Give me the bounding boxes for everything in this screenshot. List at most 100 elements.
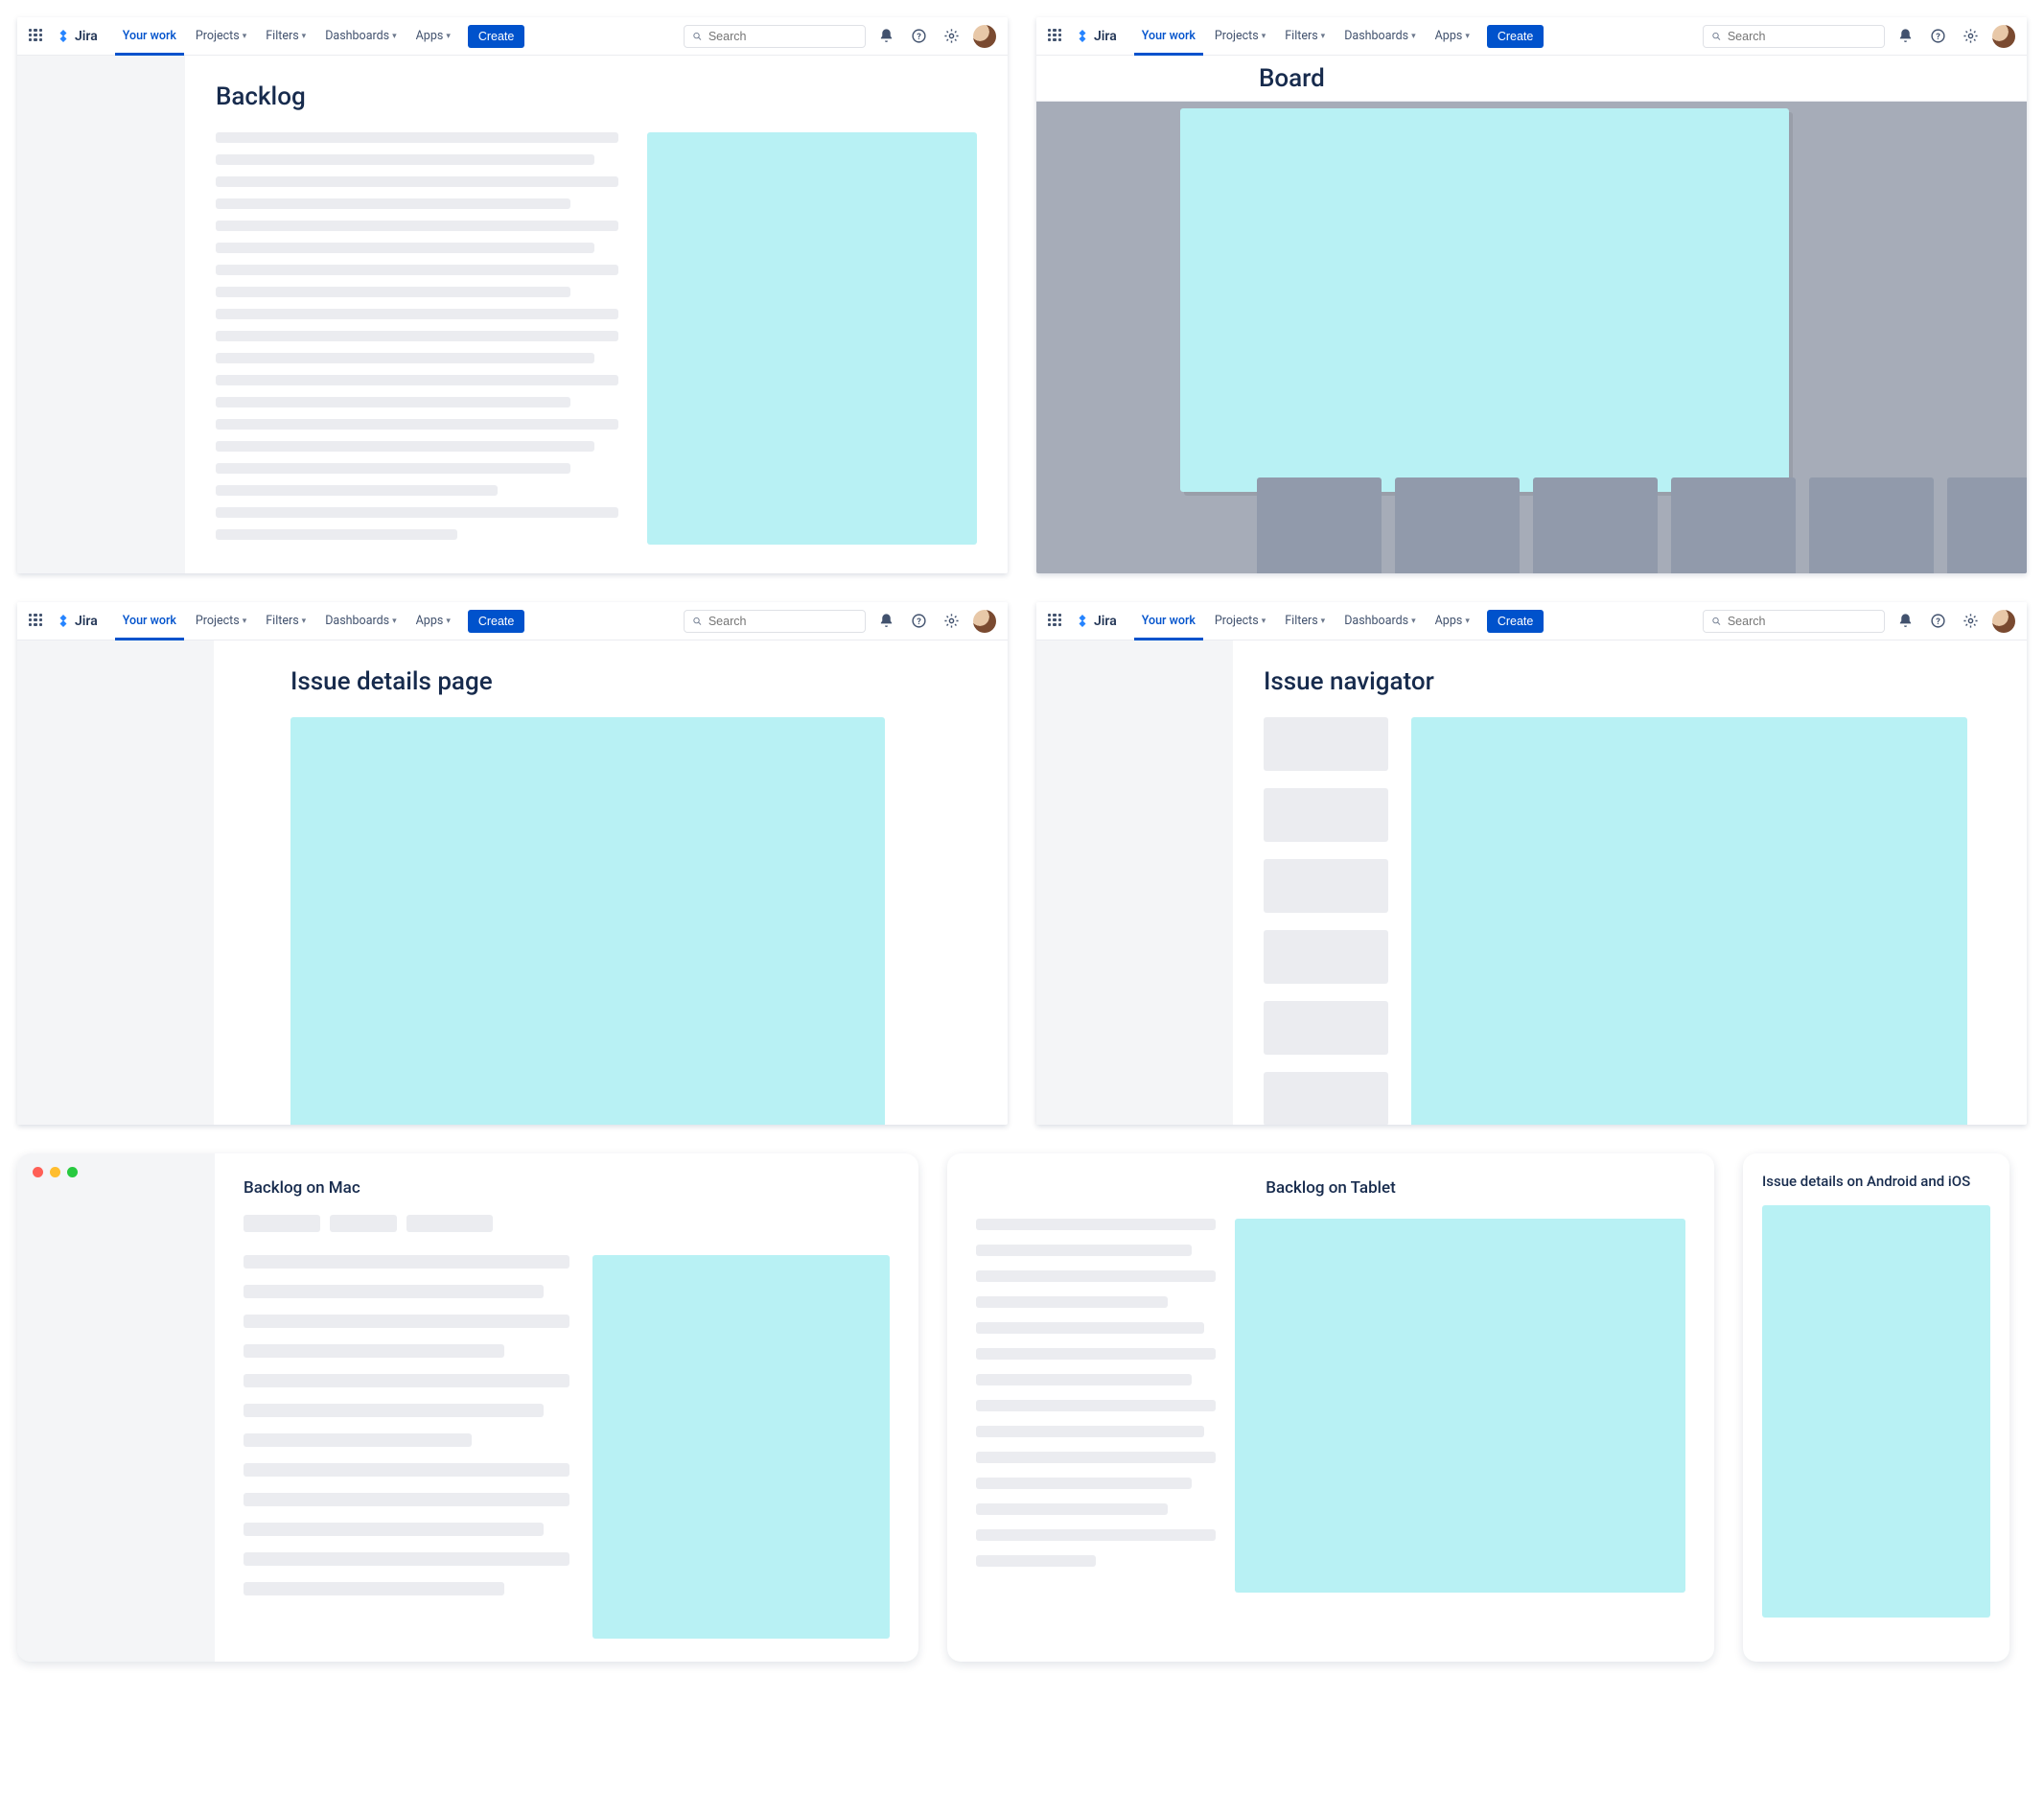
list-item bbox=[976, 1452, 1216, 1463]
nav-projects[interactable]: Projects▾ bbox=[1207, 17, 1273, 56]
page-title: Issue details on Android and iOS bbox=[1762, 1173, 1990, 1190]
help-button[interactable]: ? bbox=[906, 24, 931, 49]
search-box[interactable] bbox=[684, 610, 866, 633]
board-column bbox=[1395, 477, 1520, 573]
minimize-dot-icon[interactable] bbox=[50, 1167, 60, 1177]
settings-button[interactable] bbox=[1958, 609, 1983, 634]
list-item bbox=[216, 198, 570, 209]
chevron-down-icon: ▾ bbox=[1465, 32, 1470, 41]
avatar[interactable] bbox=[1992, 25, 2015, 48]
create-button[interactable]: Create bbox=[468, 25, 525, 48]
help-button[interactable]: ? bbox=[1925, 609, 1950, 634]
settings-button[interactable] bbox=[939, 609, 964, 634]
card-issue-details-phone: Issue details on Android and iOS bbox=[1743, 1153, 2009, 1662]
chip bbox=[330, 1215, 397, 1232]
nav-filters[interactable]: Filters▾ bbox=[258, 602, 314, 640]
jira-logo[interactable]: Jira bbox=[56, 29, 98, 44]
search-input[interactable] bbox=[1728, 30, 1876, 43]
help-button[interactable]: ? bbox=[906, 609, 931, 634]
sidebar bbox=[17, 640, 214, 1125]
maximize-dot-icon[interactable] bbox=[67, 1167, 78, 1177]
board-column bbox=[1533, 477, 1658, 573]
filter-chips bbox=[244, 1215, 890, 1232]
close-dot-icon[interactable] bbox=[33, 1167, 43, 1177]
list-item bbox=[244, 1463, 569, 1477]
nav-dashboards[interactable]: Dashboards▾ bbox=[317, 17, 404, 56]
gear-icon bbox=[1963, 28, 1979, 44]
avatar[interactable] bbox=[1992, 610, 2015, 633]
list-item bbox=[1264, 1072, 1388, 1125]
chip bbox=[406, 1215, 493, 1232]
nav-your-work[interactable]: Your work bbox=[115, 602, 184, 640]
notifications-button[interactable] bbox=[1893, 609, 1917, 634]
nav-your-work[interactable]: Your work bbox=[115, 17, 184, 56]
create-button[interactable]: Create bbox=[1487, 25, 1545, 48]
notifications-button[interactable] bbox=[873, 24, 898, 49]
nav-apps[interactable]: Apps▾ bbox=[408, 17, 458, 56]
nav-dashboards[interactable]: Dashboards▾ bbox=[317, 602, 404, 640]
search-icon bbox=[692, 31, 703, 42]
nav-filters[interactable]: Filters▾ bbox=[1277, 602, 1333, 640]
help-button[interactable]: ? bbox=[1925, 24, 1950, 49]
search-input[interactable] bbox=[1728, 615, 1876, 628]
nav-dashboards[interactable]: Dashboards▾ bbox=[1336, 17, 1423, 56]
jira-logo[interactable]: Jira bbox=[1075, 614, 1117, 629]
nav-projects[interactable]: Projects▾ bbox=[1207, 602, 1273, 640]
search-box[interactable] bbox=[684, 25, 866, 48]
nav-your-work[interactable]: Your work bbox=[1134, 602, 1203, 640]
chevron-down-icon: ▾ bbox=[302, 32, 307, 41]
list-item bbox=[216, 397, 570, 407]
list-item bbox=[976, 1426, 1204, 1437]
detail-panel bbox=[1235, 1219, 1685, 1593]
avatar[interactable] bbox=[973, 610, 996, 633]
search-box[interactable] bbox=[1703, 25, 1885, 48]
jira-logo[interactable]: Jira bbox=[1075, 29, 1117, 44]
app-switcher-icon[interactable] bbox=[29, 29, 44, 44]
create-button[interactable]: Create bbox=[1487, 610, 1545, 633]
nav-apps[interactable]: Apps▾ bbox=[1428, 17, 1477, 56]
settings-button[interactable] bbox=[1958, 24, 1983, 49]
settings-button[interactable] bbox=[939, 24, 964, 49]
chevron-down-icon: ▾ bbox=[446, 32, 451, 41]
app-switcher-icon[interactable] bbox=[29, 614, 44, 629]
product-name: Jira bbox=[75, 614, 98, 629]
list-item bbox=[976, 1245, 1192, 1256]
search-input[interactable] bbox=[708, 615, 857, 628]
gear-icon bbox=[943, 613, 960, 629]
notifications-button[interactable] bbox=[1893, 24, 1917, 49]
backlog-list bbox=[976, 1219, 1216, 1593]
nav-apps[interactable]: Apps▾ bbox=[1428, 602, 1477, 640]
jira-logo[interactable]: Jira bbox=[56, 614, 98, 629]
list-item bbox=[244, 1255, 569, 1269]
nav-your-work[interactable]: Your work bbox=[1134, 17, 1203, 56]
list-item bbox=[216, 529, 457, 540]
list-item bbox=[216, 331, 618, 341]
list-item bbox=[1264, 1001, 1388, 1055]
chevron-down-icon: ▾ bbox=[302, 617, 307, 626]
list-item bbox=[976, 1478, 1192, 1489]
top-nav: Jira Your work Projects▾ Filters▾ Dashbo… bbox=[17, 602, 1008, 640]
list-item bbox=[216, 154, 594, 165]
page-title: Backlog on Tablet bbox=[976, 1178, 1685, 1198]
highlight-area bbox=[1180, 108, 1789, 492]
svg-text:?: ? bbox=[917, 32, 921, 42]
nav-dashboards[interactable]: Dashboards▾ bbox=[1336, 602, 1423, 640]
avatar[interactable] bbox=[973, 25, 996, 48]
app-switcher-icon[interactable] bbox=[1048, 614, 1063, 629]
list-item bbox=[216, 353, 594, 363]
list-item bbox=[244, 1285, 544, 1298]
search-box[interactable] bbox=[1703, 610, 1885, 633]
nav-filters[interactable]: Filters▾ bbox=[1277, 17, 1333, 56]
notifications-button[interactable] bbox=[873, 609, 898, 634]
nav-filters[interactable]: Filters▾ bbox=[258, 17, 314, 56]
nav-projects[interactable]: Projects▾ bbox=[188, 17, 254, 56]
create-button[interactable]: Create bbox=[468, 610, 525, 633]
list-item bbox=[244, 1404, 544, 1417]
app-switcher-icon[interactable] bbox=[1048, 29, 1063, 44]
nav-apps[interactable]: Apps▾ bbox=[408, 602, 458, 640]
list-item bbox=[216, 375, 618, 385]
nav-projects[interactable]: Projects▾ bbox=[188, 602, 254, 640]
search-input[interactable] bbox=[708, 30, 857, 43]
product-name: Jira bbox=[1094, 614, 1117, 629]
list-item bbox=[976, 1400, 1216, 1411]
